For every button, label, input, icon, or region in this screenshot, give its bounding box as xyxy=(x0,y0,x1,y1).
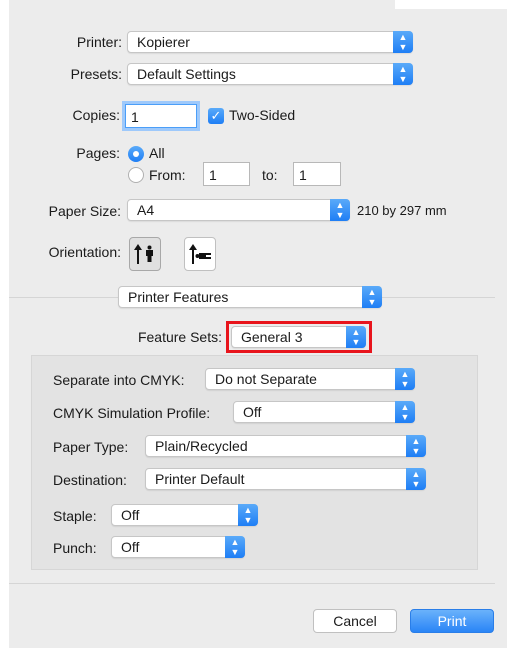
paper-type-popup[interactable]: Plain/Recycled ▲ ▼ xyxy=(145,435,426,457)
popup-arrows-icon: ▲ ▼ xyxy=(393,63,413,85)
destination-popup[interactable]: Printer Default ▲ ▼ xyxy=(145,468,426,490)
paper-type-label: Paper Type: xyxy=(53,439,129,455)
divider xyxy=(9,583,495,584)
popup-arrows-icon: ▲ ▼ xyxy=(238,504,258,526)
separate-label: Separate into CMYK: xyxy=(53,372,185,388)
orientation-label: Orientation: xyxy=(48,244,121,260)
popup-arrows-icon: ▲ ▼ xyxy=(330,199,350,221)
orientation-portrait-button[interactable] xyxy=(129,237,161,271)
section-value: Printer Features xyxy=(128,289,229,305)
pages-to-input[interactable] xyxy=(294,163,340,185)
punch-popup[interactable]: Off ▲ ▼ xyxy=(111,536,245,558)
copies-field[interactable] xyxy=(125,104,197,128)
highlight-box xyxy=(226,321,372,353)
cancel-button[interactable]: Cancel xyxy=(313,609,397,633)
section-popup[interactable]: Printer Features ▲ ▼ xyxy=(118,286,382,308)
paper-type-value: Plain/Recycled xyxy=(155,438,248,454)
copies-label: Copies: xyxy=(72,107,120,123)
popup-arrows-icon: ▲ ▼ xyxy=(395,401,415,423)
popup-arrows-icon: ▲ ▼ xyxy=(395,368,415,390)
presets-popup[interactable]: Default Settings ▲ ▼ xyxy=(127,63,413,85)
paper-size-label: Paper Size: xyxy=(48,203,121,219)
pages-from-input[interactable] xyxy=(204,163,249,185)
cmyk-profile-popup[interactable]: Off ▲ ▼ xyxy=(233,401,415,423)
presets-label: Presets: xyxy=(70,66,122,82)
pages-all-label[interactable]: All xyxy=(149,145,165,161)
printer-label: Printer: xyxy=(76,34,122,50)
pages-to-label: to: xyxy=(262,167,278,183)
landscape-orientation-icon xyxy=(189,244,211,264)
popup-arrows-icon: ▲ ▼ xyxy=(362,286,382,308)
pages-to-field[interactable] xyxy=(293,162,341,186)
orientation-landscape-button[interactable] xyxy=(184,237,216,271)
two-sided-label[interactable]: Two-Sided xyxy=(229,107,295,123)
paper-size-popup[interactable]: A4 ▲ ▼ xyxy=(127,199,350,221)
printer-value: Kopierer xyxy=(137,34,190,50)
presets-value: Default Settings xyxy=(137,66,236,82)
staple-label: Staple: xyxy=(53,508,97,524)
staple-popup[interactable]: Off ▲ ▼ xyxy=(111,504,258,526)
cmyk-profile-label: CMYK Simulation Profile: xyxy=(53,405,211,421)
pages-from-label[interactable]: From: xyxy=(149,167,186,183)
destination-label: Destination: xyxy=(53,472,127,488)
copies-input[interactable] xyxy=(126,105,196,127)
popup-arrows-icon: ▲ ▼ xyxy=(225,536,245,558)
sheet-top-edge xyxy=(9,0,395,9)
paper-size-value: A4 xyxy=(137,202,155,218)
cmyk-profile-value: Off xyxy=(243,404,262,420)
punch-value: Off xyxy=(121,539,140,555)
pages-from-field[interactable] xyxy=(203,162,250,186)
checkmark-icon[interactable]: ✓ xyxy=(208,108,224,124)
pages-label: Pages: xyxy=(76,145,120,161)
popup-arrows-icon: ▲ ▼ xyxy=(406,468,426,490)
separate-value: Do not Separate xyxy=(215,371,317,387)
pages-from-radio[interactable] xyxy=(128,167,144,183)
staple-value: Off xyxy=(121,507,140,523)
print-button[interactable]: Print xyxy=(410,609,494,633)
popup-arrows-icon: ▲ ▼ xyxy=(393,31,413,53)
printer-popup[interactable]: Kopierer ▲ ▼ xyxy=(127,31,413,53)
separate-popup[interactable]: Do not Separate ▲ ▼ xyxy=(205,368,415,390)
paper-dimensions: 210 by 297 mm xyxy=(357,203,447,218)
feature-sets-label: Feature Sets: xyxy=(137,329,222,345)
portrait-orientation-icon xyxy=(134,244,153,264)
popup-arrows-icon: ▲ ▼ xyxy=(406,435,426,457)
punch-label: Punch: xyxy=(53,540,97,556)
pages-all-radio[interactable] xyxy=(128,146,144,162)
destination-value: Printer Default xyxy=(155,471,245,487)
